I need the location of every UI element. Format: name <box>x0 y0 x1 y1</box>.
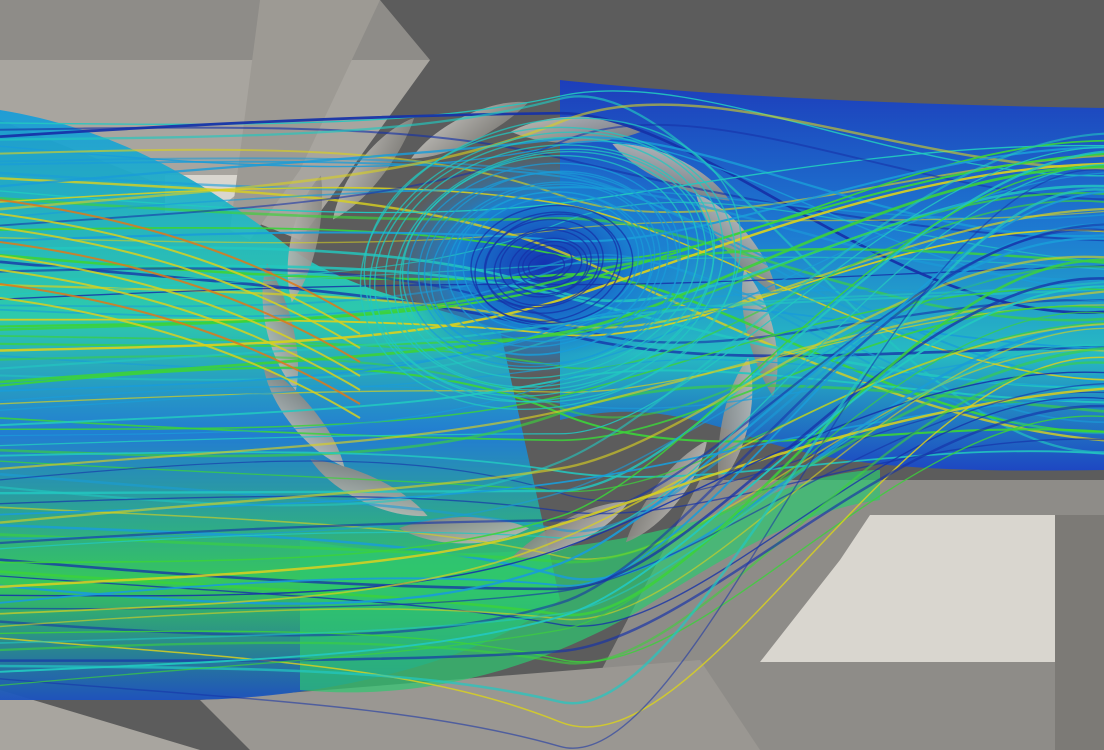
cfd-turbine-scene <box>0 0 1104 750</box>
housing-lower-mid <box>1055 515 1104 750</box>
